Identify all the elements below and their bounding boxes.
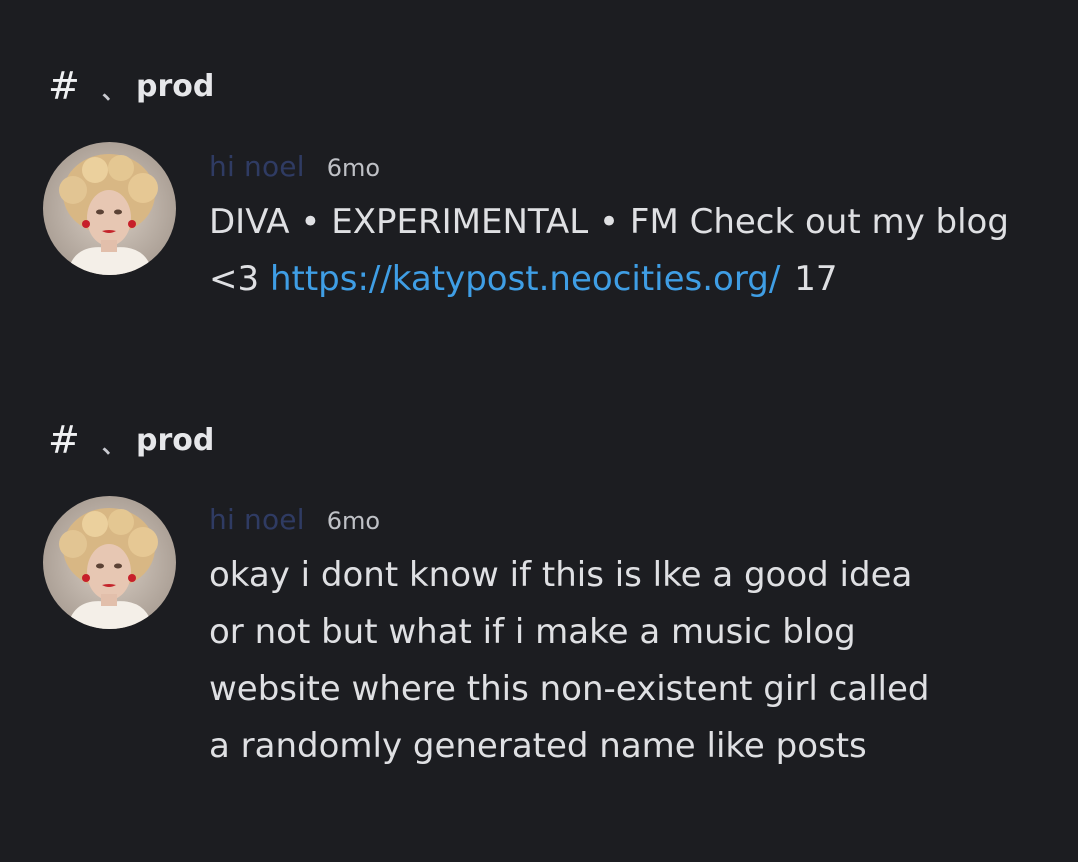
channel-separator: 、 [102,434,125,459]
avatar-image [43,496,176,629]
message-link[interactable]: https://katypost.neocities.org/ [270,259,780,299]
hash-icon: # [48,64,80,108]
timestamp: 6mo [326,507,381,535]
message-text: DIVA • EXPERIMENTAL • FM Check out my bl… [209,194,1049,308]
channel-header[interactable]: # 、 prod [48,64,215,108]
channel-separator: 、 [102,80,125,105]
message-meta: hi noel 6mo [209,503,1049,543]
message-line: or not but what if i make a music blog [209,612,856,652]
author-name[interactable]: hi noel [209,150,305,183]
timestamp: 6mo [326,154,381,182]
avatar-image [43,142,176,275]
avatar[interactable] [43,496,176,629]
hash-icon: # [48,418,80,462]
message-line: a randomly generated name like posts [209,726,867,766]
channel-name: prod [136,422,215,458]
message-line: okay i dont know if this is lke a good i… [209,555,913,595]
message-meta: hi noel 6mo [209,150,1049,190]
message[interactable]: hi noel 6mo okay i dont know if this is … [209,503,1049,775]
avatar[interactable] [43,142,176,275]
author-name[interactable]: hi noel [209,503,305,536]
reaction-count: 17 [794,259,838,299]
message[interactable]: hi noel 6mo DIVA • EXPERIMENTAL • FM Che… [209,150,1049,308]
search-results-page: # 、 prod hi noel 6mo DIVA • EXPERIMENTAL… [0,0,1078,862]
message-line: website where this non-existent girl cal… [209,669,930,709]
message-text: okay i dont know if this is lke a good i… [209,547,1049,775]
channel-name: prod [136,68,215,104]
channel-header[interactable]: # 、 prod [48,418,215,462]
